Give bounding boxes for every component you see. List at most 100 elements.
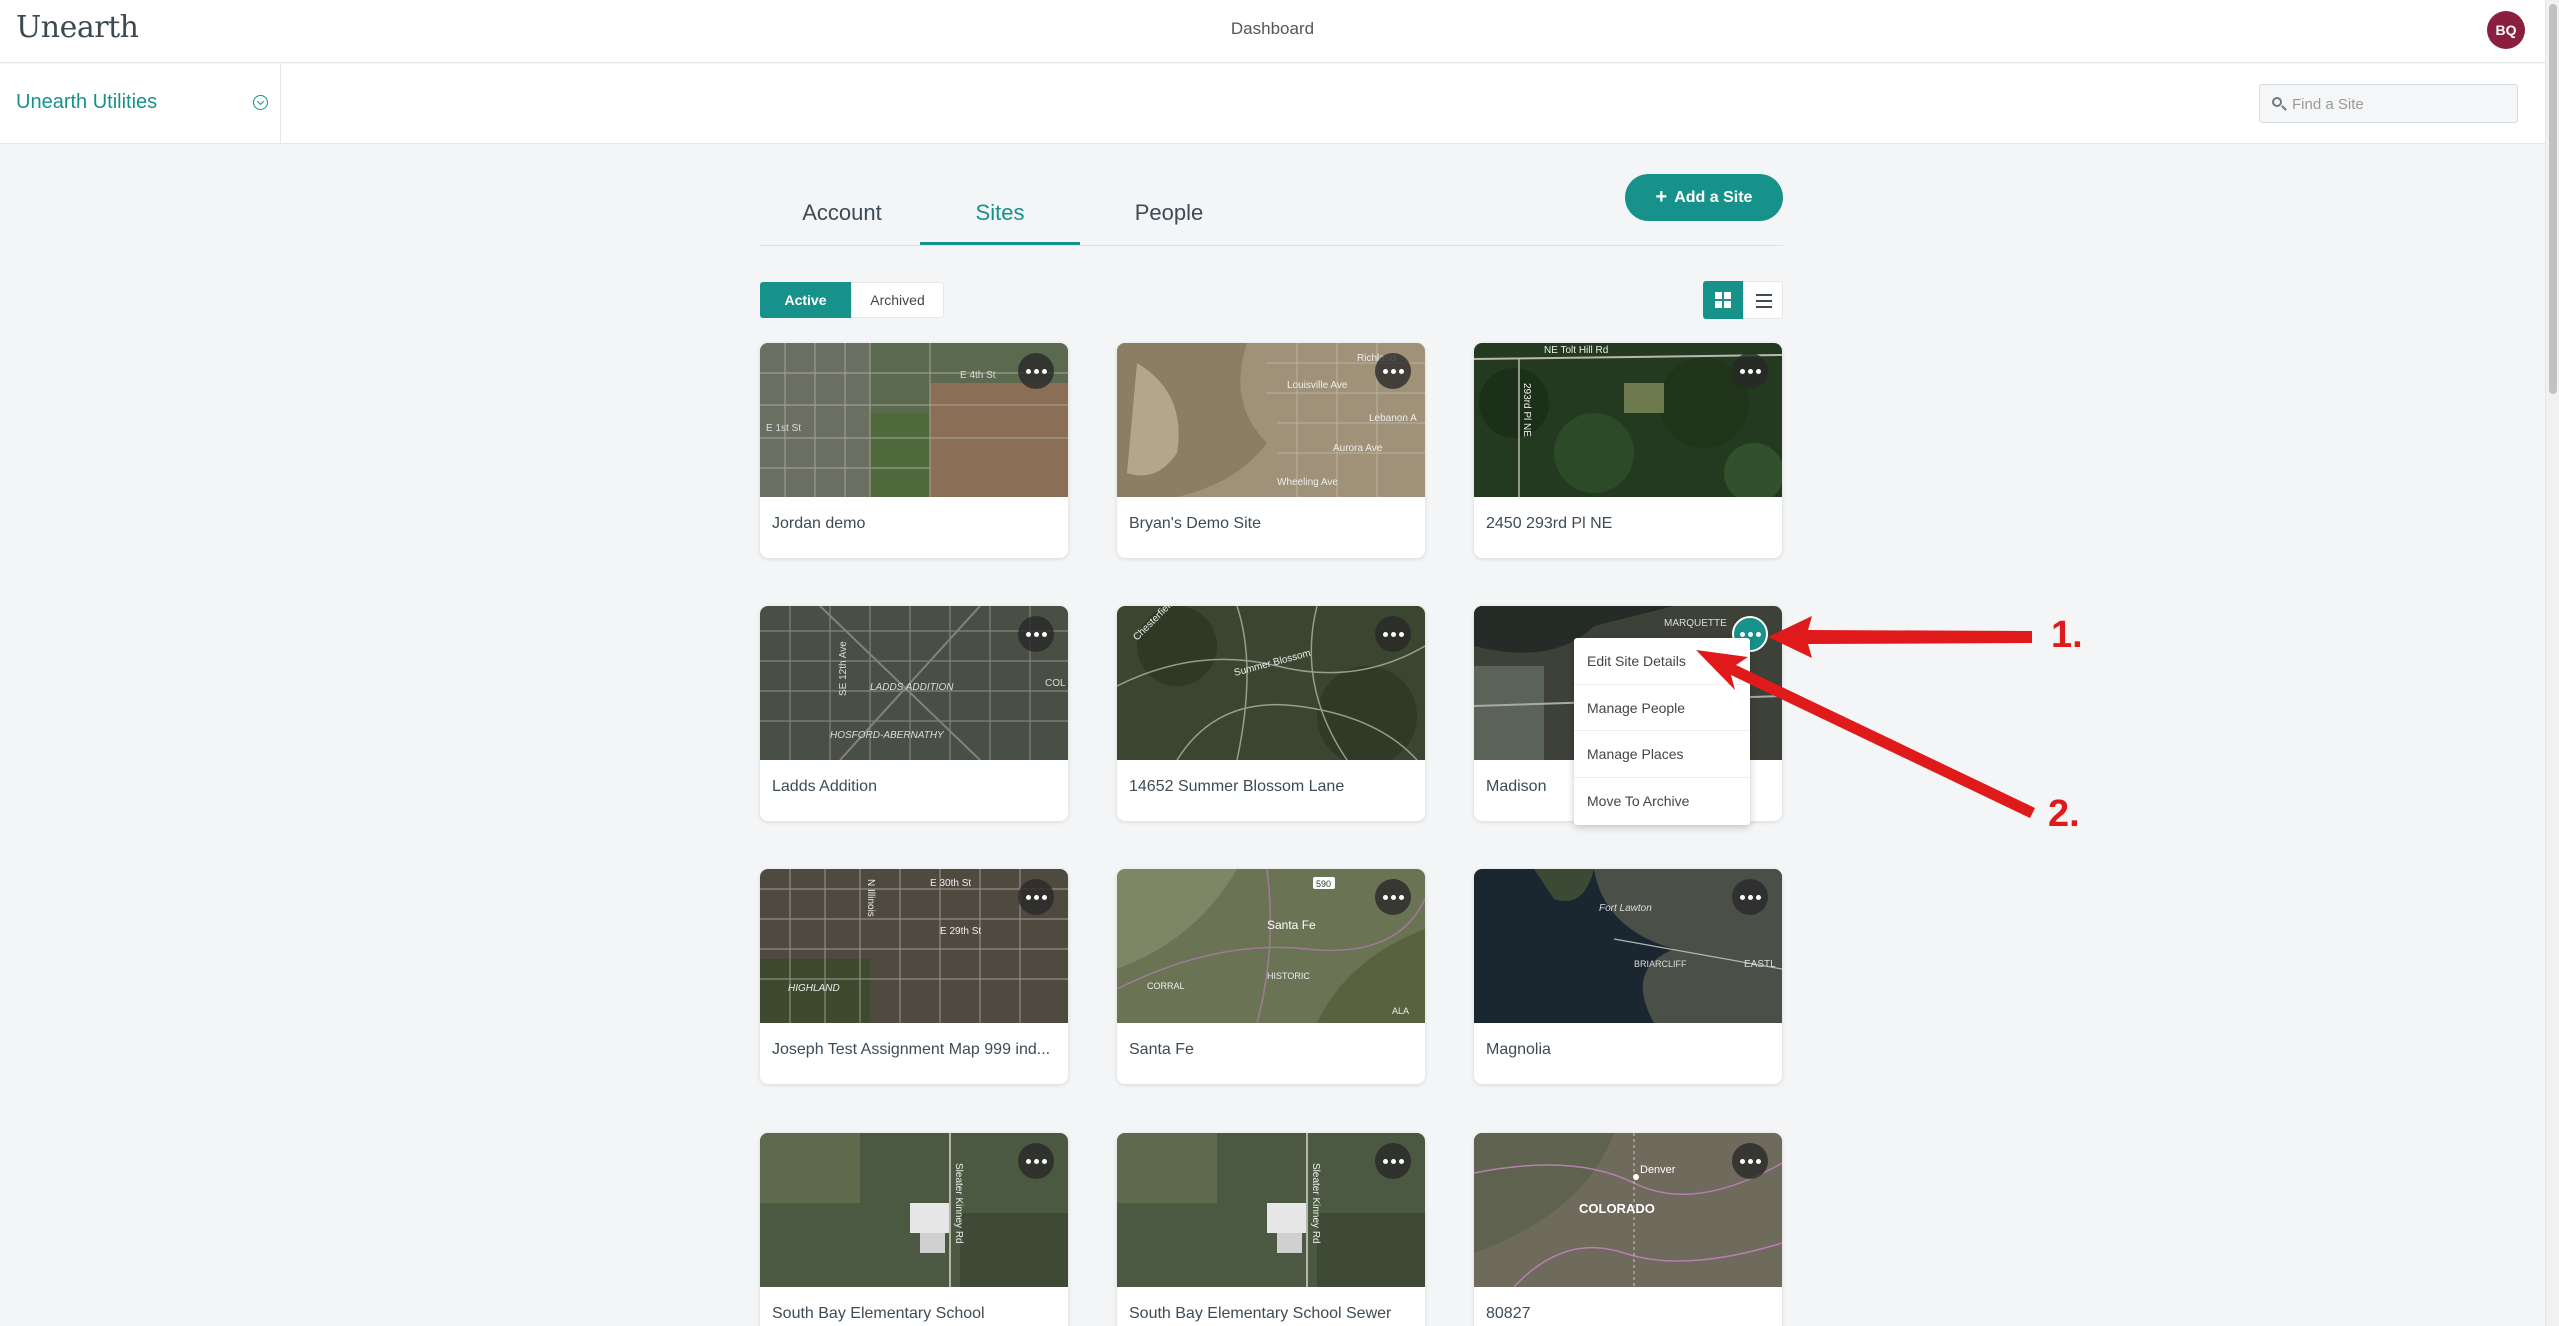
- map-label: EASTL: [1744, 959, 1776, 970]
- site-card[interactable]: Chesterfield Summer Blossom 14652 Summer…: [1117, 606, 1425, 821]
- site-name[interactable]: Santa Fe: [1129, 1041, 1413, 1059]
- annotation-label-2: 2.: [2048, 793, 2080, 835]
- site-name[interactable]: 80827: [1486, 1305, 1770, 1323]
- map-label: ALA: [1392, 1006, 1409, 1016]
- search-icon: [2272, 97, 2282, 107]
- site-name[interactable]: South Bay Elementary School Sewer: [1129, 1305, 1413, 1323]
- map-label: COLORADO: [1579, 1201, 1655, 1216]
- plus-icon: +: [1655, 186, 1668, 208]
- site-card[interactable]: Santa Fe CORRAL HISTORIC ALA 590 Santa F…: [1117, 869, 1425, 1084]
- dot-icon: [1382, 368, 1388, 374]
- dot-icon: [1390, 631, 1396, 637]
- filter-active[interactable]: Active: [760, 282, 851, 318]
- map-label: Wheeling Ave: [1277, 477, 1338, 488]
- dot-icon: [1033, 631, 1039, 637]
- dot-icon: [1382, 894, 1388, 900]
- dot-icon: [1747, 631, 1753, 637]
- site-context-menu: Edit Site Details Manage People Manage P…: [1574, 638, 1750, 825]
- map-label: MARQUETTE: [1664, 618, 1727, 629]
- org-bar: Unearth Utilities: [0, 64, 2545, 144]
- site-card[interactable]: Sleater Kinney Rd South Bay Elementary S…: [760, 1133, 1068, 1326]
- add-site-label: Add a Site: [1674, 188, 1753, 206]
- menu-edit-site-details[interactable]: Edit Site Details: [1574, 638, 1750, 685]
- dot-icon: [1033, 1158, 1039, 1164]
- dot-icon: [1398, 368, 1404, 374]
- site-name[interactable]: Ladds Addition: [772, 778, 1056, 796]
- site-card[interactable]: NE Tolt Hill Rd 293rd Pl NE 2450 293rd P…: [1474, 343, 1782, 558]
- org-name: Unearth Utilities: [16, 91, 158, 113]
- dot-icon: [1398, 894, 1404, 900]
- dot-icon: [1025, 631, 1031, 637]
- dot-icon: [1382, 631, 1388, 637]
- more-options-button[interactable]: [1375, 879, 1411, 915]
- dot-icon: [1033, 894, 1039, 900]
- site-card[interactable]: Denver COLORADO 80827: [1474, 1133, 1782, 1326]
- site-name[interactable]: Magnolia: [1486, 1041, 1770, 1059]
- site-search-input[interactable]: [2292, 93, 2507, 115]
- map-label: Lebanon A: [1369, 413, 1417, 424]
- more-options-button[interactable]: [1018, 879, 1054, 915]
- site-search[interactable]: [2259, 84, 2518, 123]
- more-options-button[interactable]: [1732, 353, 1768, 389]
- site-card[interactable]: E 4th St E 1st St Jordan demo: [760, 343, 1068, 558]
- more-options-button[interactable]: [1018, 616, 1054, 652]
- map-label: NE Tolt Hill Rd: [1544, 345, 1608, 356]
- page-title: Dashboard: [1230, 19, 1315, 38]
- map-label: E 30th St: [930, 878, 971, 889]
- more-options-button[interactable]: [1375, 1143, 1411, 1179]
- dot-icon: [1755, 1158, 1761, 1164]
- page-scrollbar[interactable]: [2545, 0, 2559, 1326]
- site-name[interactable]: 14652 Summer Blossom Lane: [1129, 778, 1413, 796]
- site-name[interactable]: Joseph Test Assignment Map 999 ind...: [772, 1041, 1056, 1059]
- filter-archived[interactable]: Archived: [851, 282, 944, 318]
- tab-account[interactable]: Account: [790, 200, 894, 245]
- map-label: 590: [1316, 879, 1331, 889]
- more-options-button[interactable]: [1375, 616, 1411, 652]
- dot-icon: [1390, 368, 1396, 374]
- dot-icon: [1739, 368, 1745, 374]
- add-site-button[interactable]: + Add a Site: [1625, 174, 1783, 221]
- menu-move-to-archive[interactable]: Move To Archive: [1574, 778, 1750, 825]
- more-options-button[interactable]: [1732, 879, 1768, 915]
- more-options-button[interactable]: [1375, 353, 1411, 389]
- menu-manage-people[interactable]: Manage People: [1574, 685, 1750, 732]
- site-card[interactable]: E 30th St E 29th St HIGHLAND N Illinois …: [760, 869, 1068, 1084]
- more-options-button[interactable]: [1018, 1143, 1054, 1179]
- menu-manage-places[interactable]: Manage Places: [1574, 731, 1750, 779]
- site-card[interactable]: Fort Lawton BRIARCLIFF EASTL Magnolia: [1474, 869, 1782, 1084]
- dot-icon: [1041, 894, 1047, 900]
- map-label: E 1st St: [766, 423, 801, 434]
- dot-icon: [1390, 1158, 1396, 1164]
- map-label: SE 12th Ave: [838, 641, 849, 696]
- map-label: Sleater Kinney Rd: [1310, 1163, 1321, 1244]
- dot-icon: [1398, 1158, 1404, 1164]
- map-label: Santa Fe: [1267, 918, 1316, 932]
- user-avatar[interactable]: BQ: [2487, 11, 2525, 49]
- site-name[interactable]: South Bay Elementary School: [772, 1305, 1056, 1323]
- more-options-button[interactable]: [1018, 353, 1054, 389]
- dot-icon: [1739, 894, 1745, 900]
- more-options-button[interactable]: [1732, 1143, 1768, 1179]
- site-name[interactable]: 2450 293rd Pl NE: [1486, 515, 1770, 533]
- map-label: Louisville Ave: [1287, 380, 1348, 391]
- dot-icon: [1398, 631, 1404, 637]
- org-selector[interactable]: Unearth Utilities: [0, 64, 281, 144]
- map-label: Denver: [1640, 1164, 1676, 1176]
- site-card[interactable]: Sleater Kinney Rd South Bay Elementary S…: [1117, 1133, 1425, 1326]
- site-card[interactable]: LADDS ADDITION HOSFORD-ABERNATHY COL SE …: [760, 606, 1068, 821]
- map-label: CORRAL: [1147, 981, 1185, 991]
- map-label: HIGHLAND: [788, 983, 840, 994]
- dot-icon: [1755, 631, 1761, 637]
- site-name[interactable]: Jordan demo: [772, 515, 1056, 533]
- map-label: HISTORIC: [1267, 971, 1310, 981]
- site-name[interactable]: Bryan's Demo Site: [1129, 515, 1413, 533]
- tab-sites[interactable]: Sites: [920, 200, 1080, 245]
- dot-icon: [1025, 894, 1031, 900]
- grid-view-button[interactable]: [1703, 281, 1743, 319]
- scrollbar-thumb[interactable]: [2549, 4, 2557, 394]
- site-card[interactable]: Richland Louisville Ave Lebanon A Aurora…: [1117, 343, 1425, 558]
- top-bar: Unearth Dashboard BQ: [0, 0, 2545, 63]
- map-label: Aurora Ave: [1333, 443, 1383, 454]
- list-view-button[interactable]: [1743, 281, 1783, 319]
- tab-people[interactable]: People: [1110, 200, 1228, 245]
